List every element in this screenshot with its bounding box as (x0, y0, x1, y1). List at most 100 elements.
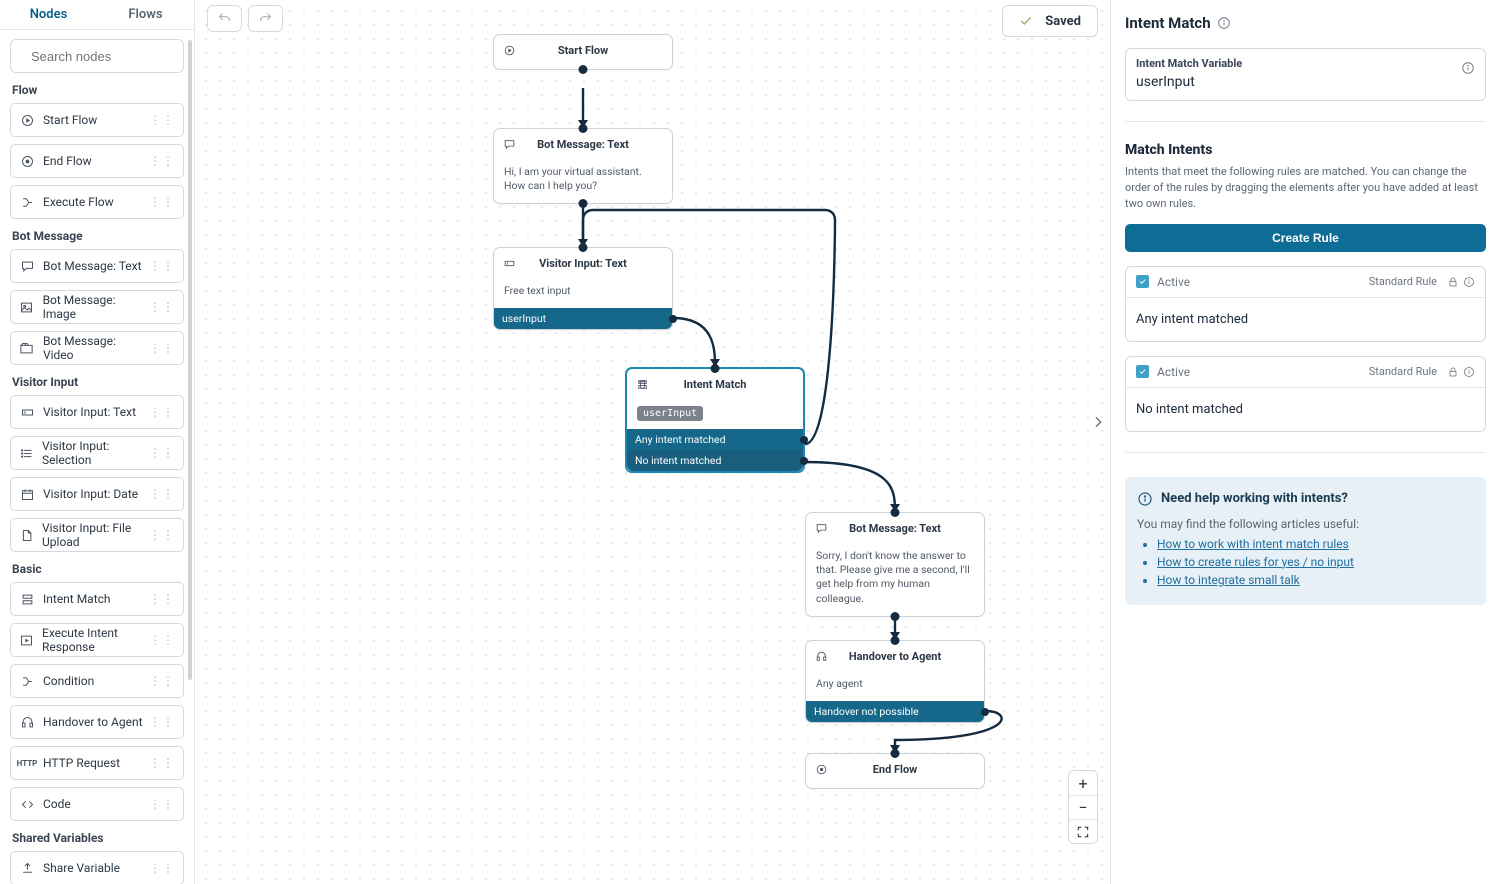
node-visitor-date[interactable]: Visitor Input: Date ⋮⋮ (10, 477, 184, 511)
node-visitor-selection[interactable]: Visitor Input: Selection ⋮⋮ (10, 436, 184, 470)
active-checkbox[interactable] (1136, 365, 1149, 378)
node-label: Share Variable (43, 861, 120, 875)
canvas-node-start[interactable]: Start Flow (493, 34, 673, 70)
port[interactable] (800, 436, 808, 444)
outlet-handover-fail[interactable]: Handover not possible (806, 701, 984, 722)
scrollbar[interactable] (186, 40, 194, 884)
canvas-node-fallback[interactable]: Bot Message: Text Sorry, I don't know th… (805, 512, 985, 617)
outlet-userinput[interactable]: userInput (494, 308, 672, 329)
drag-handle-icon[interactable]: ⋮⋮ (149, 797, 175, 811)
lock-icon (1447, 276, 1459, 288)
canvas-node-greet[interactable]: Bot Message: Text Hi, I am your virtual … (493, 128, 673, 204)
help-link[interactable]: How to create rules for yes / no input (1157, 555, 1354, 569)
rule-text: Any intent matched (1126, 298, 1485, 341)
input-icon (19, 404, 35, 420)
info-icon[interactable] (1217, 16, 1231, 30)
intent-variable-field[interactable]: Intent Match Variable userInput (1125, 48, 1486, 101)
port[interactable] (669, 315, 677, 323)
info-icon (1137, 491, 1153, 507)
image-icon (19, 299, 35, 315)
canvas-node-intent-match[interactable]: Intent Match userInput Any intent matche… (625, 367, 805, 473)
node-bot-image[interactable]: Bot Message: Image ⋮⋮ (10, 290, 184, 324)
search-input[interactable] (29, 48, 194, 65)
drag-handle-icon[interactable]: ⋮⋮ (149, 300, 175, 314)
node-title: Handover to Agent (849, 650, 941, 663)
drag-handle-icon[interactable]: ⋮⋮ (149, 259, 175, 273)
drag-handle-icon[interactable]: ⋮⋮ (149, 113, 175, 127)
drag-handle-icon[interactable]: ⋮⋮ (149, 446, 175, 460)
zoom-in-button[interactable]: + (1069, 771, 1097, 795)
tab-nodes[interactable]: Nodes (0, 0, 97, 29)
help-link[interactable]: How to integrate small talk (1157, 573, 1300, 587)
drag-handle-icon[interactable]: ⋮⋮ (149, 592, 175, 606)
canvas-node-end[interactable]: End Flow (805, 753, 985, 789)
node-end-flow[interactable]: End Flow ⋮⋮ (10, 144, 184, 178)
match-intents-heading: Match Intents (1125, 142, 1486, 158)
fit-view-button[interactable] (1069, 819, 1097, 843)
headset-icon (19, 714, 35, 730)
flow-canvas[interactable]: Saved Start Flow Bo (195, 0, 1110, 884)
stack-icon (19, 591, 35, 607)
drag-handle-icon[interactable]: ⋮⋮ (149, 674, 175, 688)
port[interactable] (981, 708, 989, 716)
drag-handle-icon[interactable]: ⋮⋮ (149, 861, 175, 875)
port[interactable] (891, 612, 900, 621)
port[interactable] (800, 457, 808, 465)
drag-handle-icon[interactable]: ⋮⋮ (149, 405, 175, 419)
drag-handle-icon[interactable]: ⋮⋮ (149, 195, 175, 209)
info-icon[interactable] (1463, 276, 1475, 288)
divider (1125, 452, 1486, 453)
active-checkbox[interactable] (1136, 275, 1149, 288)
calendar-icon (19, 486, 35, 502)
help-link[interactable]: How to work with intent match rules (1157, 537, 1349, 551)
delete-icon[interactable] (635, 377, 649, 391)
drag-handle-icon[interactable]: ⋮⋮ (149, 756, 175, 770)
node-bot-video[interactable]: Bot Message: Video ⋮⋮ (10, 331, 184, 365)
info-icon[interactable] (1461, 61, 1475, 75)
drag-handle-icon[interactable]: ⋮⋮ (149, 633, 175, 647)
node-intent-match[interactable]: Intent Match ⋮⋮ (10, 582, 184, 616)
node-condition[interactable]: Condition ⋮⋮ (10, 664, 184, 698)
help-subtitle: You may find the following articles usef… (1137, 517, 1474, 531)
tab-flows[interactable]: Flows (97, 0, 194, 29)
canvas-node-handover[interactable]: Handover to Agent Any agent Handover not… (805, 640, 985, 723)
node-visitor-file[interactable]: Visitor Input: File Upload ⋮⋮ (10, 518, 184, 552)
outlet-no-intent[interactable]: No intent matched (627, 450, 803, 471)
drag-handle-icon[interactable]: ⋮⋮ (149, 487, 175, 501)
drag-handle-icon[interactable]: ⋮⋮ (149, 341, 175, 355)
help-title: Need help working with intents? (1137, 491, 1474, 507)
collapse-panel-button[interactable] (1086, 410, 1110, 434)
node-code[interactable]: Code ⋮⋮ (10, 787, 184, 821)
drag-handle-icon[interactable]: ⋮⋮ (149, 715, 175, 729)
create-rule-button[interactable]: Create Rule (1125, 224, 1486, 252)
branch-icon (19, 194, 35, 210)
undo-button[interactable] (207, 5, 242, 32)
node-visitor-text[interactable]: Visitor Input: Text ⋮⋮ (10, 395, 184, 429)
info-icon[interactable] (1463, 366, 1475, 378)
node-label: Visitor Input: Selection (42, 439, 149, 467)
drag-handle-icon[interactable]: ⋮⋮ (149, 154, 175, 168)
node-label: Handover to Agent (43, 715, 143, 729)
save-label: Saved (1045, 14, 1081, 29)
branch-icon (19, 673, 35, 689)
drag-handle-icon[interactable]: ⋮⋮ (149, 528, 175, 542)
port[interactable] (579, 199, 588, 208)
section-title-bot: Bot Message (12, 229, 184, 243)
node-execute-flow[interactable]: Execute Flow ⋮⋮ (10, 185, 184, 219)
node-http[interactable]: HTTP HTTP Request ⋮⋮ (10, 746, 184, 780)
rule-card[interactable]: Active Standard Rule Any intent matched (1125, 266, 1486, 342)
outlet-any-intent[interactable]: Any intent matched (627, 429, 803, 450)
node-exec-intent[interactable]: Execute Intent Response ⋮⋮ (10, 623, 184, 657)
redo-button[interactable] (248, 5, 283, 32)
node-share-variable[interactable]: Share Variable ⋮⋮ (10, 851, 184, 884)
variable-chip: userInput (637, 406, 703, 421)
canvas-node-visitor-input[interactable]: Visitor Input: Text Free text input user… (493, 247, 673, 330)
search-nodes[interactable] (10, 39, 184, 73)
rule-text: No intent matched (1126, 388, 1485, 431)
node-handover[interactable]: Handover to Agent ⋮⋮ (10, 705, 184, 739)
node-start-flow[interactable]: Start Flow ⋮⋮ (10, 103, 184, 137)
port[interactable] (579, 65, 588, 74)
node-bot-text[interactable]: Bot Message: Text ⋮⋮ (10, 249, 184, 283)
zoom-out-button[interactable]: − (1069, 795, 1097, 819)
rule-card[interactable]: Active Standard Rule No intent matched (1125, 356, 1486, 432)
